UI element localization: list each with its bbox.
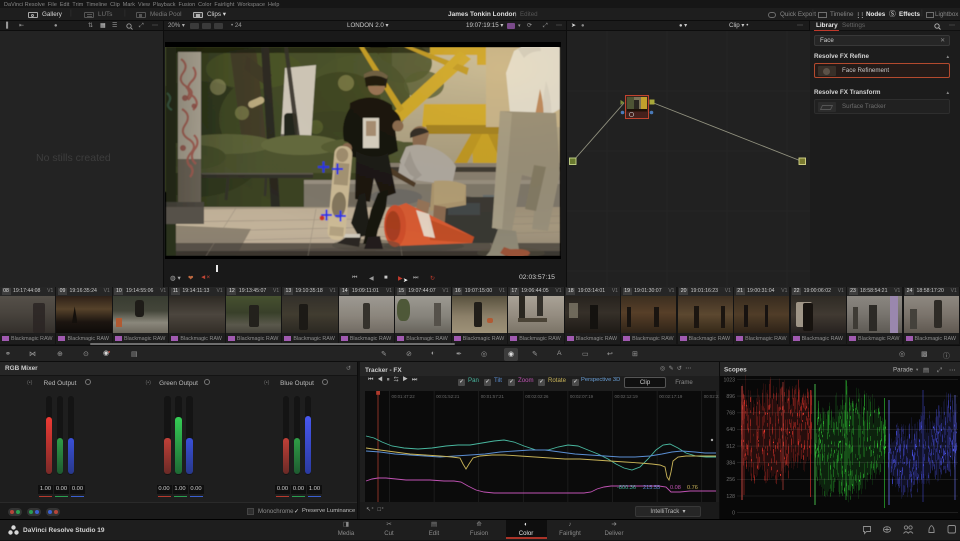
- svg-text:▤: ▤: [923, 367, 929, 374]
- svg-text:⤢: ⤢: [937, 367, 943, 374]
- svg-text:128: 128: [726, 494, 735, 500]
- svg-text:768: 768: [726, 411, 735, 417]
- svg-text:Scopes: Scopes: [724, 367, 747, 374]
- svg-text:384: 384: [726, 461, 735, 467]
- svg-text:⋯: ⋯: [949, 367, 956, 374]
- svg-text:896: 896: [726, 394, 735, 400]
- svg-text:0: 0: [732, 510, 735, 516]
- svg-text:256: 256: [726, 477, 735, 483]
- svg-text:1023: 1023: [723, 377, 735, 383]
- svg-text:640: 640: [726, 427, 735, 433]
- svg-text:Parade: Parade: [893, 367, 914, 374]
- svg-text:512: 512: [726, 444, 735, 450]
